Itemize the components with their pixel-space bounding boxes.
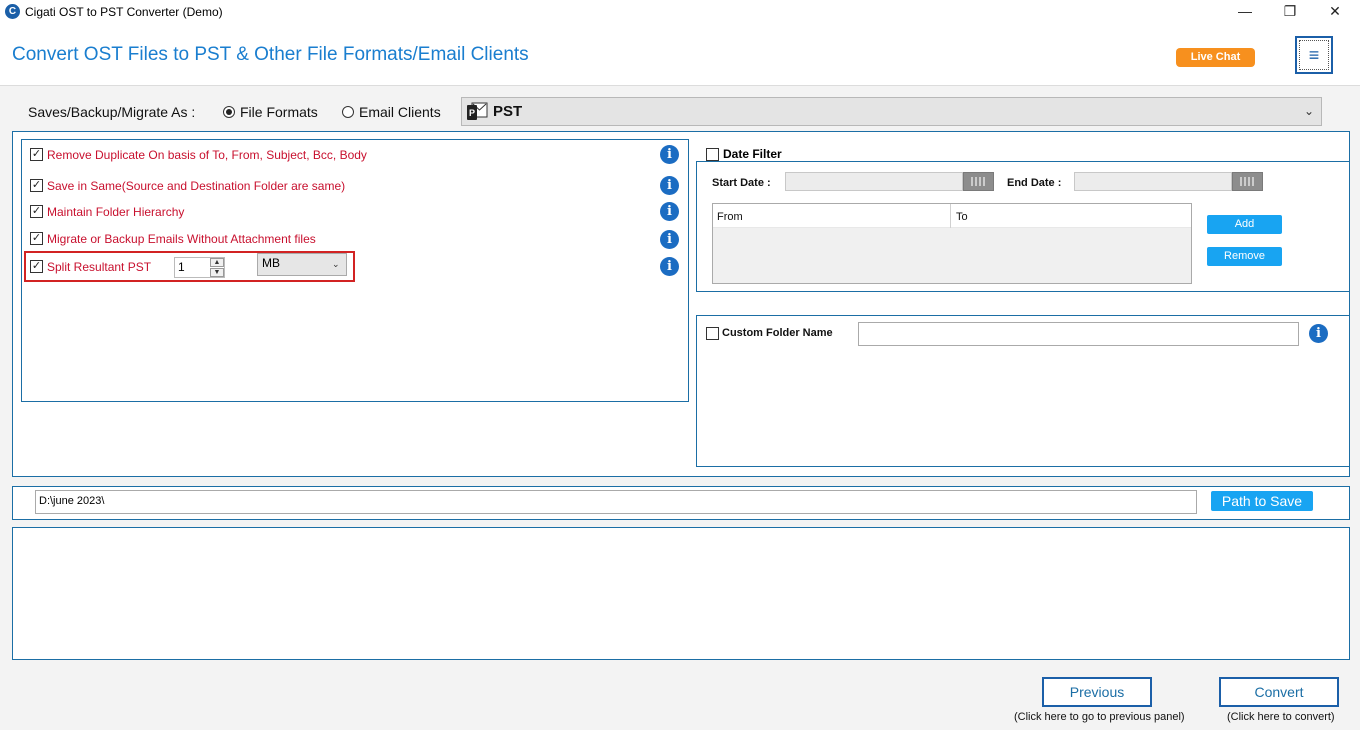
convert-hint: (Click here to convert) [1227, 711, 1335, 723]
column-header-to: To [956, 211, 968, 223]
svg-text:P: P [469, 108, 475, 118]
window-title: Cigati OST to PST Converter (Demo) [25, 5, 223, 19]
email-clients-radio[interactable] [342, 106, 354, 118]
custom-folder-checkbox[interactable] [706, 327, 719, 340]
date-filter-label: Date Filter [723, 147, 782, 161]
without-attachment-checkbox[interactable]: ✓ [30, 232, 43, 245]
chevron-down-icon[interactable]: ⌄ [332, 259, 340, 270]
maintain-hierarchy-checkbox[interactable]: ✓ [30, 205, 43, 218]
format-selected-value: PST [493, 103, 523, 120]
info-icon[interactable]: i [660, 145, 679, 164]
calendar-icon[interactable] [963, 172, 994, 191]
add-date-button[interactable]: Add [1207, 215, 1282, 234]
save-in-same-label: Save in Same(Source and Destination Fold… [47, 179, 346, 193]
previous-hint: (Click here to go to previous panel) [1014, 711, 1185, 723]
log-area [12, 527, 1350, 660]
app-icon: C [5, 4, 20, 19]
save-in-same-checkbox[interactable]: ✓ [30, 179, 43, 192]
path-to-save-button[interactable]: Path to Save [1211, 491, 1313, 511]
destination-path-input[interactable]: D:\june 2023\ [35, 490, 1197, 514]
end-date-label: End Date : [1007, 177, 1062, 189]
custom-folder-label: Custom Folder Name [722, 327, 833, 339]
spin-down-icon[interactable]: ▼ [210, 268, 224, 277]
file-formats-label: File Formats [240, 104, 318, 120]
calendar-icon[interactable] [1232, 172, 1263, 191]
info-icon[interactable]: i [660, 230, 679, 249]
format-dropdown[interactable] [461, 97, 1322, 126]
remove-duplicate-checkbox[interactable]: ✓ [30, 148, 43, 161]
column-divider [950, 204, 951, 228]
split-pst-checkbox[interactable]: ✓ [30, 260, 43, 273]
minimize-icon[interactable]: — [1222, 0, 1268, 24]
pst-file-icon: P [467, 102, 488, 120]
column-header-from: From [717, 211, 743, 223]
info-icon[interactable]: i [660, 202, 679, 221]
maintain-hierarchy-label: Maintain Folder Hierarchy [47, 205, 185, 219]
previous-button[interactable]: Previous [1042, 677, 1152, 707]
file-formats-radio[interactable] [223, 106, 235, 118]
convert-button[interactable]: Convert [1219, 677, 1339, 707]
end-date-field[interactable] [1074, 172, 1232, 191]
live-chat-button[interactable]: Live Chat [1176, 48, 1255, 67]
close-icon[interactable]: ✕ [1312, 0, 1358, 24]
maximize-icon[interactable]: ❐ [1267, 0, 1313, 24]
without-attachment-label: Migrate or Backup Emails Without Attachm… [47, 232, 316, 246]
remove-date-button[interactable]: Remove [1207, 247, 1282, 266]
info-icon[interactable]: i [660, 257, 679, 276]
info-icon[interactable]: i [660, 176, 679, 195]
start-date-label: Start Date : [712, 177, 771, 189]
menu-button[interactable]: ≡ [1295, 36, 1333, 74]
info-icon[interactable]: i [1309, 324, 1328, 343]
page-title: Convert OST Files to PST & Other File Fo… [12, 44, 529, 65]
spin-up-icon[interactable]: ▲ [210, 258, 224, 267]
custom-folder-input[interactable] [858, 322, 1299, 346]
date-table-header [713, 204, 1191, 228]
hamburger-icon: ≡ [1299, 40, 1329, 70]
date-filter-checkbox[interactable] [706, 148, 719, 161]
split-pst-label: Split Resultant PST [47, 260, 152, 274]
saves-as-label: Saves/Backup/Migrate As : [28, 104, 196, 120]
remove-duplicate-label: Remove Duplicate On basis of To, From, S… [47, 148, 367, 162]
email-clients-label: Email Clients [359, 104, 441, 120]
chevron-down-icon[interactable]: ⌄ [1304, 104, 1314, 118]
start-date-field[interactable] [785, 172, 963, 191]
